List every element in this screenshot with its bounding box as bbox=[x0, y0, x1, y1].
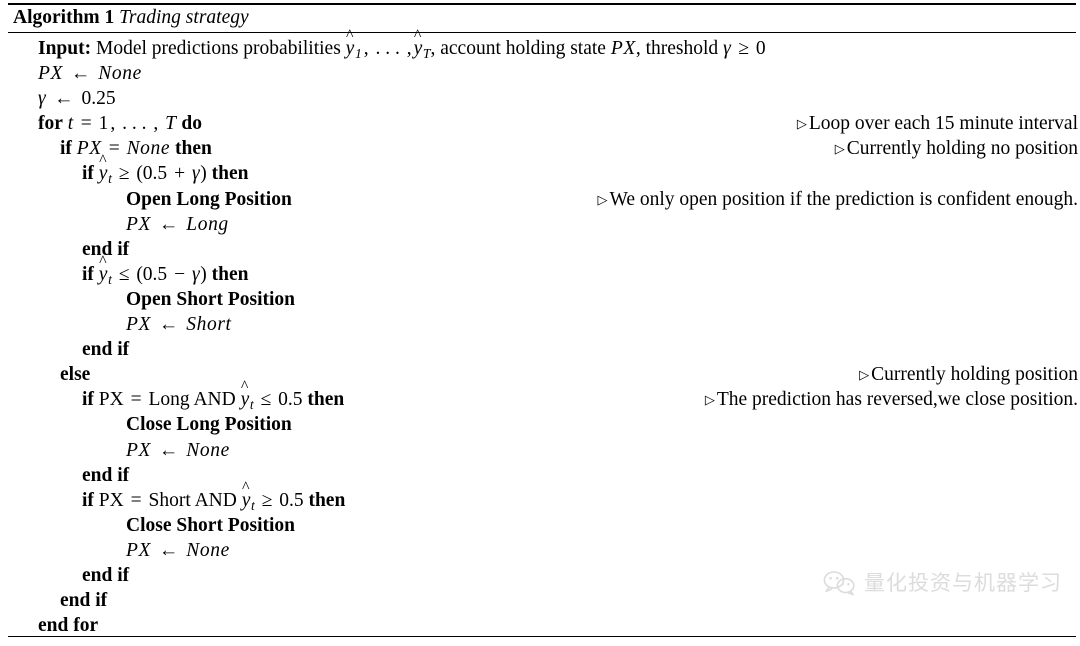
algorithm-line: if PX = Long AND ^ yt ≤ 0.5 then ▷ The pred… bbox=[0, 379, 1080, 412]
algorithm-line-code: else bbox=[60, 364, 91, 386]
algorithm-line-code: γ ← 0.25 bbox=[38, 88, 116, 110]
algorithm-block: Algorithm 1 Trading strategy Input: Mode… bbox=[0, 0, 1080, 646]
algorithm-line: end if bbox=[0, 463, 1080, 488]
algorithm-line: PX ← Long bbox=[0, 212, 1080, 237]
algorithm-line: if ^ yt ≤ (0.5 − γ) then bbox=[0, 253, 1080, 287]
algorithm-line-code: Close Long Position bbox=[126, 414, 292, 436]
algorithm-caption: Trading strategy bbox=[119, 7, 249, 28]
algorithm-line-code: Open Long Position bbox=[126, 188, 292, 210]
comment-text: The prediction has reversed,we close pos… bbox=[716, 389, 1078, 411]
algorithm-line-code: PX ← None bbox=[38, 63, 142, 85]
algorithm-line-code: if PX = None then bbox=[60, 138, 212, 160]
algorithm-line-comment: ▷ Currently holding no position bbox=[835, 136, 1078, 161]
algorithm-line: if PX = Short AND ^ yt ≥ 0.5 then bbox=[0, 479, 1080, 513]
comment-triangle-icon: ▷ bbox=[859, 367, 870, 383]
comment-text: Currently holding no position bbox=[846, 138, 1078, 160]
algorithm-line: Close Long Position bbox=[0, 412, 1080, 437]
algorithm-line: end for bbox=[0, 613, 1080, 638]
comment-text: Loop over each 15 minute interval bbox=[808, 113, 1078, 135]
comment-text: We only open position if the prediction … bbox=[609, 188, 1078, 210]
algorithm-line: end if bbox=[0, 588, 1080, 613]
algorithm-line-code: end if bbox=[60, 590, 108, 612]
algorithm-line: end if bbox=[0, 563, 1080, 588]
algorithm-line-comment: ▷ We only open position if the prediction… bbox=[597, 187, 1078, 212]
algorithm-title: Algorithm 1 Trading strategy bbox=[13, 5, 249, 31]
algorithm-line: Close Short Position bbox=[0, 513, 1080, 538]
algorithm-line: PX ← None bbox=[0, 61, 1080, 86]
algorithm-line-code: for t = 1, . . . , T do bbox=[38, 113, 202, 135]
algorithm-line-code: PX ← None bbox=[126, 439, 230, 461]
algorithm-line: Input: Model predictions probabilities ^… bbox=[0, 28, 1080, 61]
comment-triangle-icon: ▷ bbox=[834, 141, 845, 157]
algorithm-line: Open Long Position ▷ We only open position… bbox=[0, 187, 1080, 212]
algorithm-line: else ▷ Currently holding position bbox=[0, 362, 1080, 387]
algorithm-line-comment: ▷ The prediction has reversed,we close po… bbox=[705, 387, 1078, 412]
algorithm-line: PX ← None bbox=[0, 538, 1080, 563]
algorithm-line: end if bbox=[0, 237, 1080, 262]
comment-triangle-icon: ▷ bbox=[796, 116, 807, 132]
algorithm-line-code: PX ← Long bbox=[126, 213, 229, 235]
algorithm-line-comment: ▷ Loop over each 15 minute interval bbox=[797, 111, 1078, 136]
algorithm-line-code: Open Short Position bbox=[126, 288, 296, 310]
algorithm-line-code: end if bbox=[82, 464, 130, 486]
algorithm-line-code: end for bbox=[38, 615, 99, 637]
algorithm-lines: Input: Model predictions probabilities ^… bbox=[0, 28, 1080, 638]
algorithm-line-comment: ▷ Currently holding position bbox=[859, 362, 1078, 387]
algorithm-line: end if bbox=[0, 337, 1080, 362]
algorithm-line-code: PX ← Short bbox=[126, 314, 232, 336]
comment-triangle-icon: ▷ bbox=[704, 392, 715, 408]
algorithm-line-code: end if bbox=[82, 339, 130, 361]
algorithm-line: for t = 1, . . . , T do ▷ Loop over each 1… bbox=[0, 111, 1080, 136]
algorithm-line: if ^ yt ≥ (0.5 + γ) then bbox=[0, 153, 1080, 186]
algorithm-line: PX ← None bbox=[0, 438, 1080, 463]
comment-text: Currently holding position bbox=[871, 364, 1078, 386]
algorithm-bottom-rule bbox=[8, 636, 1076, 637]
algorithm-header-rule bbox=[8, 32, 1076, 33]
algorithm-line: γ ← 0.25 bbox=[0, 86, 1080, 111]
algorithm-line: Open Short Position bbox=[0, 287, 1080, 312]
algorithm-label: Algorithm 1 bbox=[13, 7, 115, 28]
algorithm-line: if PX = None then ▷ Currently holding no p… bbox=[0, 136, 1080, 161]
algorithm-line-code: PX ← None bbox=[126, 539, 230, 561]
comment-triangle-icon: ▷ bbox=[597, 191, 608, 207]
algorithm-line-code: Close Short Position bbox=[126, 514, 296, 536]
algorithm-line: PX ← Short bbox=[0, 312, 1080, 337]
algorithm-line-code: end if bbox=[82, 564, 130, 586]
